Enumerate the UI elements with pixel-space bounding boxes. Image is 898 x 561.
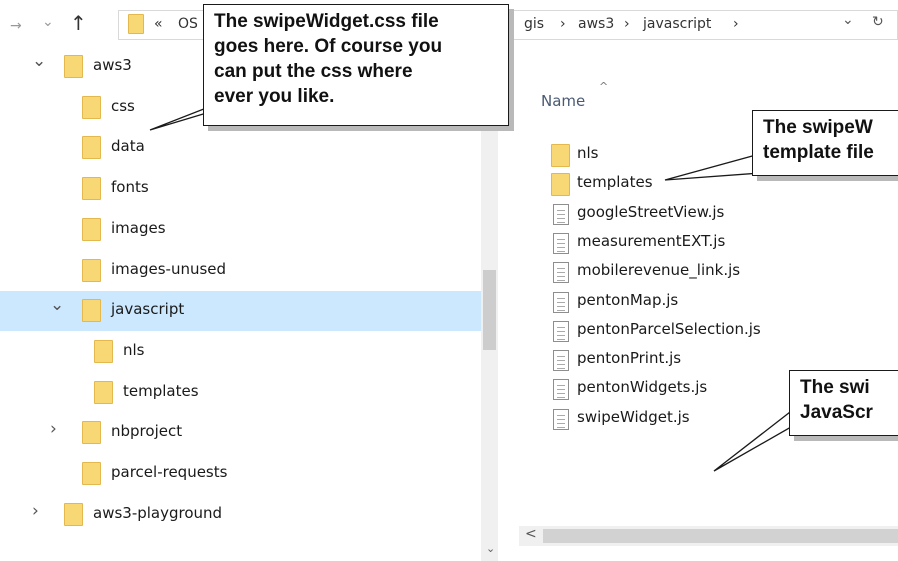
folder-icon <box>94 339 113 363</box>
js-file-icon <box>553 408 569 430</box>
js-file-icon <box>553 350 569 372</box>
js-callout-line: The swi <box>800 377 870 398</box>
tree-item-label: nbproject <box>111 422 183 441</box>
refresh-icon[interactable]: ↻ <box>872 14 884 30</box>
tree-item-label: css <box>111 96 135 115</box>
left-scrollbar-thumb[interactable] <box>483 270 496 350</box>
tree-item-label: aws3 <box>93 56 132 74</box>
folder-icon <box>94 380 113 404</box>
folder-icon <box>82 299 101 323</box>
template-callout-line: template file <box>763 142 874 163</box>
folder-icon <box>82 177 101 201</box>
path-overflow-chevron[interactable]: « <box>154 16 163 32</box>
tree-item[interactable]: data <box>0 128 498 168</box>
tree-item[interactable]: parcel-requests <box>0 454 498 494</box>
path-separator: › <box>733 16 739 32</box>
folder-icon <box>82 136 101 160</box>
js-file-icon <box>553 320 569 342</box>
path-dropdown-icon[interactable]: ⌄ <box>842 12 854 28</box>
folder-icon <box>82 258 101 282</box>
file-name-label: swipeWidget.js <box>577 407 690 426</box>
sort-ascending-icon: ^ <box>599 80 609 93</box>
tree-item[interactable]: fonts <box>0 169 498 209</box>
tree-item-label: images-unused <box>111 259 227 278</box>
recent-dropdown-icon[interactable]: ⌄ <box>42 14 54 30</box>
folder-icon <box>551 173 570 197</box>
tree-item-label: data <box>111 137 145 156</box>
tree-item-label: nls <box>123 340 145 359</box>
file-name-label: pentonMap.js <box>577 290 679 309</box>
file-name-label: pentonWidgets.js <box>577 378 708 397</box>
horizontal-scrollbar-thumb[interactable] <box>543 529 898 543</box>
path-segment-gis[interactable]: gis <box>524 16 544 32</box>
css-callout: The swipeWidget.css file goes here. Of c… <box>203 4 509 126</box>
tree-item-label: fonts <box>111 178 149 197</box>
folder-icon <box>82 217 101 241</box>
tree-item[interactable]: › nbproject <box>0 413 498 453</box>
folder-icon <box>82 95 101 119</box>
file-list-item[interactable]: pentonMap.js <box>541 288 898 318</box>
css-callout-line: can put the css where <box>214 61 413 82</box>
js-file-icon <box>553 232 569 254</box>
tree-item[interactable]: templates <box>0 373 498 413</box>
js-file-icon <box>553 379 569 401</box>
scroll-left-icon[interactable]: < <box>525 526 537 542</box>
expand-chevron-icon[interactable]: › <box>32 501 39 521</box>
template-callout-line: The swipeW <box>763 117 873 138</box>
file-explorer-window: → ⌄ ↑ « OS gis › aws3 › javascript › ⌄ ↻… <box>0 0 898 561</box>
file-name-label: templates <box>577 173 653 192</box>
path-segment-aws3[interactable]: aws3 <box>578 16 614 32</box>
tree-item[interactable]: images-unused <box>0 251 498 291</box>
tree-item-label: images <box>111 218 166 237</box>
collapse-chevron-icon[interactable]: ⌄ <box>50 295 64 315</box>
css-callout-line: ever you like. <box>214 86 335 107</box>
path-separator: › <box>560 16 566 32</box>
horizontal-scrollbar[interactable]: < <box>519 526 898 546</box>
tree-item[interactable]: images <box>0 210 498 250</box>
up-arrow-icon[interactable]: ↑ <box>70 11 87 35</box>
css-callout-line: goes here. Of course you <box>214 36 443 57</box>
tree-item-label: templates <box>123 381 199 400</box>
file-list-item[interactable]: mobilerevenue_link.js <box>541 258 898 288</box>
file-list-item[interactable]: measurementEXT.js <box>541 229 898 259</box>
template-callout: The swipeW template file <box>752 110 898 176</box>
file-list-item[interactable]: googleStreetView.js <box>541 200 898 230</box>
js-file-icon <box>553 203 569 225</box>
folder-icon <box>82 421 101 445</box>
folder-icon <box>64 502 83 526</box>
css-callout-line: The swipeWidget.css file <box>214 11 439 32</box>
tree-item-label: aws3-playground <box>93 503 223 522</box>
js-file-icon <box>553 291 569 313</box>
file-name-label: pentonParcelSelection.js <box>577 319 761 338</box>
folder-icon <box>64 55 83 78</box>
folder-icon <box>82 462 101 485</box>
collapse-chevron-icon[interactable]: ⌄ <box>32 51 46 71</box>
path-segment-javascript[interactable]: javascript <box>643 16 711 32</box>
file-name-label: nls <box>577 144 599 162</box>
js-callout: The swi JavaScr <box>789 370 898 436</box>
tree-item-label: javascript <box>111 300 185 319</box>
folder-icon <box>128 14 144 34</box>
folder-icon <box>551 144 570 167</box>
back-arrow-icon[interactable]: → <box>10 18 22 34</box>
path-segment-os[interactable]: OS <box>178 16 198 32</box>
file-name-label: pentonPrint.js <box>577 349 682 368</box>
js-callout-line: JavaScr <box>800 402 873 423</box>
tree-item[interactable]: ⌄ javascript <box>0 291 498 332</box>
file-list-item[interactable]: pentonParcelSelection.js <box>541 317 898 347</box>
tree-item-label: parcel-requests <box>111 463 228 481</box>
file-name-label: googleStreetView.js <box>577 202 725 221</box>
file-name-label: mobilerevenue_link.js <box>577 261 741 280</box>
tree-item[interactable]: nls <box>0 332 498 372</box>
tree-item[interactable]: › aws3-playground <box>0 495 498 535</box>
scroll-down-icon[interactable]: ⌄ <box>486 542 495 555</box>
js-file-icon <box>553 262 569 284</box>
path-separator: › <box>624 16 630 32</box>
expand-chevron-icon[interactable]: › <box>50 419 57 439</box>
file-name-label: measurementEXT.js <box>577 231 726 250</box>
column-header-name[interactable]: Name <box>541 92 585 110</box>
